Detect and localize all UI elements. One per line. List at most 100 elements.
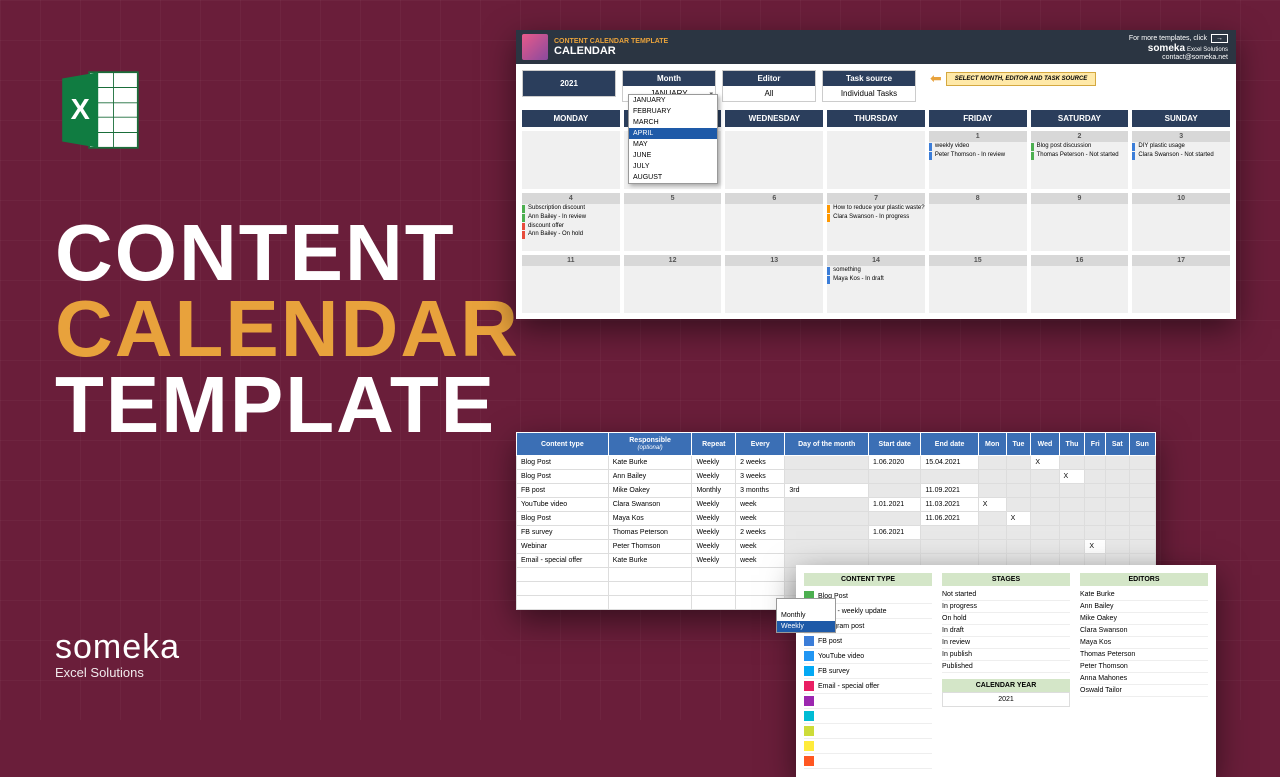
table-row[interactable]: Blog PostKate BurkeWeekly2 weeks1.06.202…: [517, 456, 1156, 470]
brand-name: someka: [55, 628, 180, 667]
filter-hint: ⬅SELECT MONTH, EDITOR AND TASK SOURCE: [930, 70, 1096, 87]
svg-text:X: X: [71, 94, 90, 126]
calendar-cell[interactable]: 15: [929, 255, 1027, 313]
legend-item: Thomas Peterson: [1080, 649, 1208, 661]
calendar-cell[interactable]: 6: [725, 193, 823, 251]
month-option[interactable]: JANUARY: [629, 95, 717, 106]
weekday-label: MONDAY: [522, 110, 620, 127]
calendar-cell[interactable]: 2Blog post discussionThomas Peterson - N…: [1031, 131, 1129, 189]
table-row[interactable]: WebinarPeter ThomsonWeeklyweekX: [517, 540, 1156, 554]
legend-item: [804, 694, 932, 709]
more-templates-link[interactable]: For more templates, click→: [1129, 34, 1228, 43]
calendar-cell[interactable]: 11: [522, 255, 620, 313]
table-header: Responsible(optional): [608, 433, 692, 456]
table-header: Tue: [1006, 433, 1031, 456]
legend-item: Ann Bailey: [1080, 601, 1208, 613]
legend-item: In draft: [942, 625, 1070, 637]
legend-item: YouTube video: [804, 649, 932, 664]
excel-icon: X: [55, 65, 145, 155]
legend-item: Peter Thomson: [1080, 661, 1208, 673]
stages-column: STAGES Not startedIn progressOn holdIn d…: [942, 573, 1070, 769]
calendar-cell[interactable]: 9: [1031, 193, 1129, 251]
calendar-header: CONTENT CALENDAR TEMPLATE CALENDAR For m…: [516, 30, 1236, 64]
month-option[interactable]: JULY: [629, 161, 717, 172]
table-row[interactable]: Blog PostAnn BaileyWeekly3 weeksX: [517, 470, 1156, 484]
legend-item: [804, 724, 932, 739]
month-option[interactable]: AUGUST: [629, 172, 717, 183]
calendar-cell[interactable]: 7How to reduce your plastic waste?Clara …: [827, 193, 925, 251]
weekday-label: SATURDAY: [1031, 110, 1129, 127]
calendar-cell[interactable]: 13: [725, 255, 823, 313]
title-line-1: CONTENT: [55, 215, 520, 291]
repeat-dropdown[interactable]: MonthlyWeekly: [776, 598, 836, 633]
legend-item: Email - special offer: [804, 679, 932, 694]
table-header: Mon: [978, 433, 1006, 456]
title-line-3: TEMPLATE: [55, 367, 520, 443]
calendar-cell[interactable]: 4Subscription discountAnn Bailey - In re…: [522, 193, 620, 251]
legend-item: [804, 754, 932, 769]
calendar-cell[interactable]: 8: [929, 193, 1027, 251]
filter-bar: 2021 MonthJANUARY▾ EditorAll Task source…: [516, 64, 1236, 108]
legend-item: Anna Mahones: [1080, 673, 1208, 685]
calendar-cell[interactable]: 17: [1132, 255, 1230, 313]
table-header: Day of the month: [785, 433, 869, 456]
legend-item: FB post: [804, 634, 932, 649]
title-line-2: CALENDAR: [55, 291, 520, 367]
header-subtitle: CONTENT CALENDAR TEMPLATE: [554, 38, 668, 45]
legend-item: On hold: [942, 613, 1070, 625]
calendar-cell[interactable]: 10: [1132, 193, 1230, 251]
table-row[interactable]: FB postMike OakeyMonthly3 months3rd11.09…: [517, 484, 1156, 498]
month-dropdown[interactable]: JANUARYFEBRUARYMARCHAPRILMAYJUNEJULYAUGU…: [628, 94, 718, 184]
year-filter[interactable]: 2021: [522, 70, 616, 97]
header-title: CALENDAR: [554, 45, 668, 57]
app-logo-icon: [522, 34, 548, 60]
brand-sub: Excel Solutions: [55, 665, 180, 680]
editor-filter[interactable]: EditorAll: [722, 70, 816, 102]
weekday-label: WEDNESDAY: [725, 110, 823, 127]
month-option[interactable]: JUNE: [629, 150, 717, 161]
task-source-filter[interactable]: Task sourceIndividual Tasks: [822, 70, 916, 102]
repeat-option[interactable]: Monthly: [777, 610, 835, 621]
repeat-option[interactable]: Weekly: [777, 621, 835, 632]
legend-item: FB survey: [804, 664, 932, 679]
someka-logo: someka Excel Solutions: [55, 628, 180, 680]
legend-item: Not started: [942, 589, 1070, 601]
legend-item: [804, 739, 932, 754]
calendar-cell[interactable]: 16: [1031, 255, 1129, 313]
calendar-cell[interactable]: 1weekly videoPeter Thomson - In review: [929, 131, 1027, 189]
month-option[interactable]: FEBRUARY: [629, 106, 717, 117]
calendar-cell[interactable]: 12: [624, 255, 722, 313]
editors-column: EDITORS Kate BurkeAnn BaileyMike OakeyCl…: [1080, 573, 1208, 769]
contact-email[interactable]: contact@someka.net: [1129, 54, 1228, 61]
arrow-left-icon: ⬅: [930, 70, 942, 87]
weekday-label: THURSDAY: [827, 110, 925, 127]
table-header-row: Content typeResponsible(optional)RepeatE…: [517, 433, 1156, 456]
weekday-header: MONDAYTUESDAYWEDNESDAYTHURSDAYFRIDAYSATU…: [516, 108, 1236, 129]
table-row[interactable]: YouTube videoClara SwansonWeeklyweek1.01…: [517, 498, 1156, 512]
table-header: Every: [736, 433, 785, 456]
calendar-cell[interactable]: 14somethingMaya Kos - In draft: [827, 255, 925, 313]
legend-item: Published: [942, 661, 1070, 673]
month-option[interactable]: MAY: [629, 139, 717, 150]
weekday-label: SUNDAY: [1132, 110, 1230, 127]
calendar-year-value[interactable]: 2021: [942, 692, 1070, 707]
legend-item: In publish: [942, 649, 1070, 661]
month-option[interactable]: MARCH: [629, 117, 717, 128]
legend-item: Kate Burke: [1080, 589, 1208, 601]
page-title: CONTENT CALENDAR TEMPLATE: [55, 215, 520, 443]
table-row[interactable]: FB surveyThomas PetersonWeekly2 weeks1.0…: [517, 526, 1156, 540]
calendar-cell[interactable]: [827, 131, 925, 189]
month-option[interactable]: APRIL: [629, 128, 717, 139]
calendar-cell[interactable]: [522, 131, 620, 189]
table-header: Sat: [1106, 433, 1129, 456]
table-header: Wed: [1031, 433, 1059, 456]
calendar-cell[interactable]: 5: [624, 193, 722, 251]
repeat-option[interactable]: [777, 599, 835, 610]
calendar-cell[interactable]: 3DIY plastic usageClara Swanson - Not st…: [1132, 131, 1230, 189]
arrow-right-icon: →: [1211, 34, 1228, 43]
legend-panel: CONTENT TYPE Blog PostEmail - weekly upd…: [796, 565, 1216, 777]
table-header: Thu: [1059, 433, 1085, 456]
calendar-cell[interactable]: [725, 131, 823, 189]
table-row[interactable]: Blog PostMaya KosWeeklyweek11.06.2021X: [517, 512, 1156, 526]
table-header: End date: [921, 433, 978, 456]
